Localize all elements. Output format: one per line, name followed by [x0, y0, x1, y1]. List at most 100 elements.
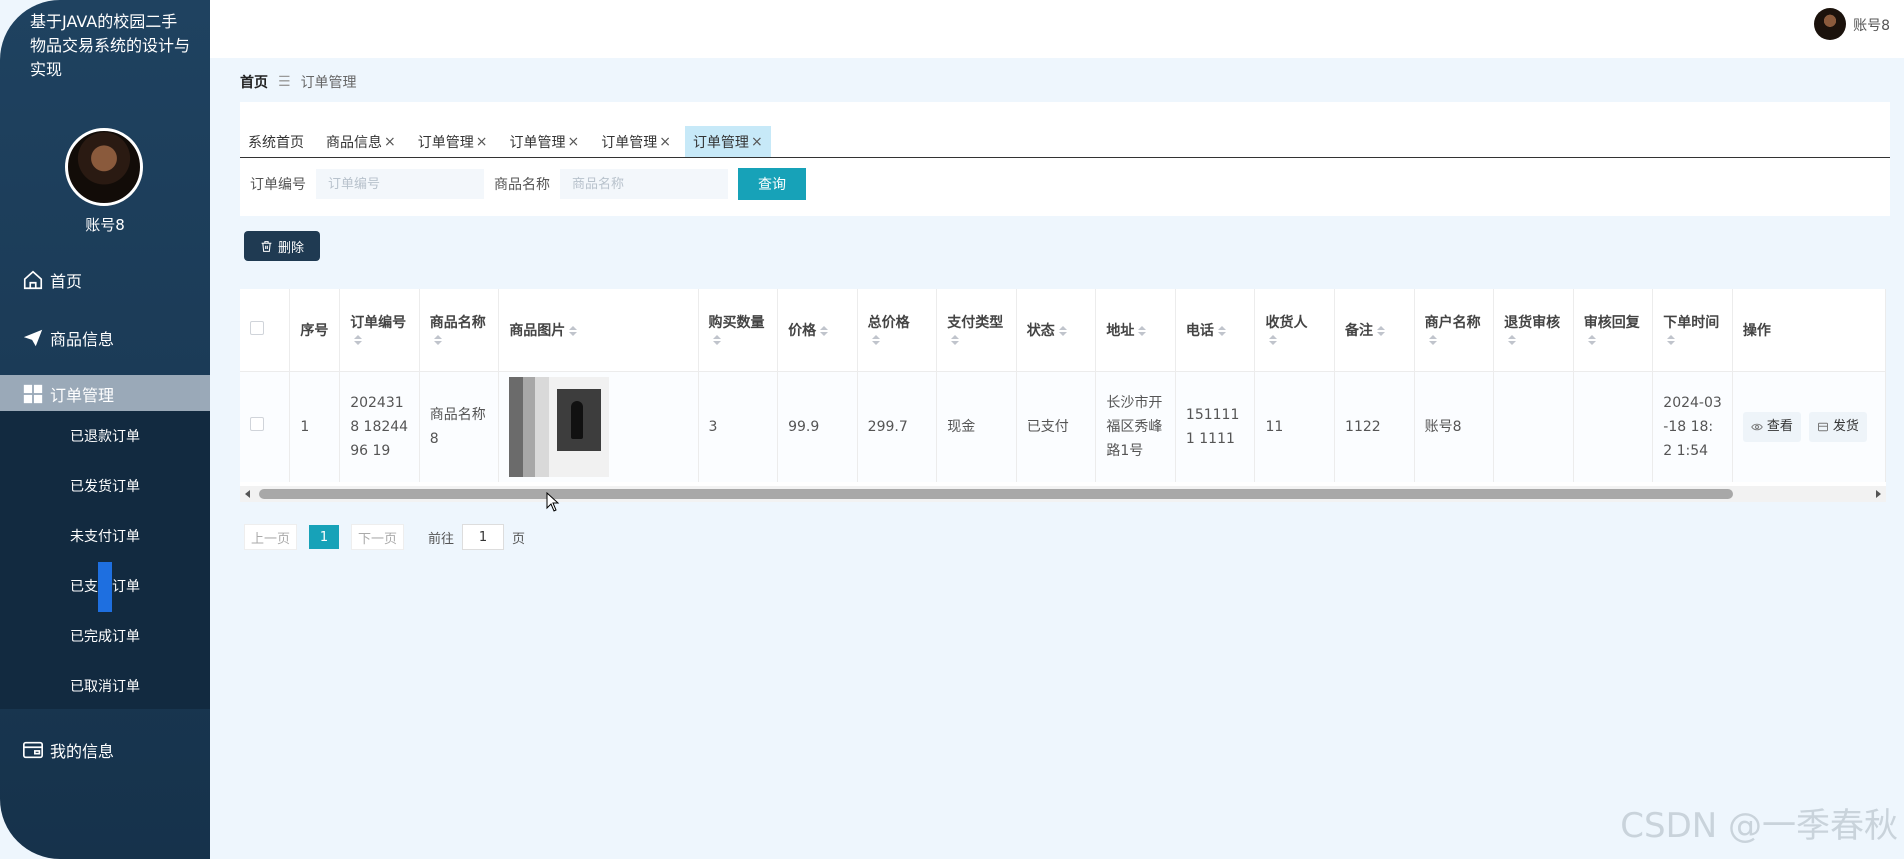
- column-header-sortable[interactable]: 商品图片: [498, 289, 699, 372]
- column-header-sortable[interactable]: 购买数量: [698, 289, 779, 372]
- ship-button[interactable]: 发货: [1808, 412, 1867, 442]
- product-name-label: 商品名称: [494, 177, 550, 193]
- sort-icon[interactable]: [1138, 326, 1147, 336]
- trash-icon: [261, 240, 272, 252]
- tab-system-home[interactable]: 系统首页: [240, 126, 312, 158]
- column-header-sortable[interactable]: 状态: [1016, 289, 1097, 372]
- view-button[interactable]: 查看: [1742, 412, 1801, 442]
- top-user-name[interactable]: 账号8: [1853, 15, 1890, 35]
- sort-icon[interactable]: [712, 335, 721, 345]
- tab-label: 系统首页: [248, 135, 304, 151]
- sort-icon[interactable]: [569, 326, 578, 336]
- column-header-sortable[interactable]: 审核回复: [1573, 289, 1654, 372]
- table-header-row: 序号 订单编号 商品名称 商品图片 购买数量 价格 总价格 支付类型 状态 地址…: [240, 289, 1886, 372]
- goto-page-input[interactable]: 1: [462, 524, 505, 550]
- sort-icon[interactable]: [1428, 335, 1437, 345]
- sort-icon[interactable]: [1217, 326, 1226, 336]
- eye-icon: [1751, 423, 1763, 431]
- tab-orders-2[interactable]: 订单管理 ×: [501, 126, 587, 158]
- column-header: 序号: [289, 289, 341, 372]
- search-panel: 系统首页 商品信息 × 订单管理 × 订单管理 × 订单管理 × 订单管理 × 订单编号 …: [240, 102, 1890, 216]
- submenu-shipped-orders[interactable]: 已发货订单: [70, 476, 140, 496]
- submenu-completed-orders[interactable]: 已完成订单: [70, 626, 140, 646]
- column-header-sortable[interactable]: 订单编号: [339, 289, 420, 372]
- tab-label: 订单管理: [692, 135, 749, 151]
- select-all-checkbox[interactable]: [250, 321, 264, 335]
- submenu-unpaid-orders[interactable]: 未支付订单: [70, 526, 140, 546]
- breadcrumb-current: 订单管理: [300, 75, 357, 91]
- cell-product-name: 商品名称 8: [419, 371, 500, 482]
- column-header-sortable[interactable]: 退货审核: [1493, 289, 1574, 372]
- sort-icon[interactable]: [951, 335, 960, 345]
- close-icon[interactable]: ×: [476, 134, 488, 150]
- row-checkbox[interactable]: [250, 417, 264, 431]
- scroll-right-icon[interactable]: [1876, 490, 1881, 498]
- cell-order-time: 2024-03 -18 18:2 1:54: [1652, 371, 1733, 482]
- tab-orders-active[interactable]: 订单管理 ×: [684, 126, 771, 158]
- sort-icon[interactable]: [871, 335, 880, 345]
- query-button[interactable]: 查询: [738, 168, 806, 200]
- tab-orders-3[interactable]: 订单管理 ×: [593, 126, 679, 158]
- submenu-cancelled-orders[interactable]: 已取消订单: [70, 676, 140, 696]
- column-header-sortable[interactable]: 总价格: [857, 289, 938, 372]
- column-header-sortable[interactable]: 备注: [1334, 289, 1415, 372]
- sort-icon[interactable]: [1508, 335, 1517, 345]
- tab-bar-divider: [240, 157, 1890, 158]
- scroll-left-icon[interactable]: [245, 490, 250, 498]
- close-icon[interactable]: ×: [659, 134, 671, 150]
- prev-page-button[interactable]: 上一页: [244, 524, 298, 550]
- column-header-sortable[interactable]: 电话: [1175, 289, 1256, 372]
- cell-product-image: [498, 371, 699, 482]
- sidebar-item-my-info[interactable]: 我的信息: [22, 738, 114, 762]
- column-header-sortable[interactable]: 商户名称: [1414, 289, 1495, 372]
- close-icon[interactable]: ×: [751, 134, 763, 150]
- table-row: 1 2024318 1824496 19 商品名称 8 3 99.9 299.7…: [240, 371, 1886, 482]
- column-header-sortable[interactable]: 地址: [1095, 289, 1176, 372]
- home-icon: [23, 270, 43, 290]
- close-icon[interactable]: ×: [567, 134, 579, 150]
- send-icon: [23, 329, 43, 347]
- sidebar-item-home[interactable]: 首页: [22, 268, 82, 292]
- sort-icon[interactable]: [1377, 326, 1386, 336]
- sidebar-item-products[interactable]: 商品信息: [22, 326, 114, 350]
- delete-button[interactable]: 删除: [244, 231, 320, 261]
- user-avatar[interactable]: [65, 128, 143, 206]
- product-thumbnail[interactable]: [509, 377, 610, 477]
- sidebar-item-label: 我的信息: [50, 742, 115, 761]
- sort-icon[interactable]: [1269, 335, 1278, 345]
- sort-icon[interactable]: [354, 335, 363, 345]
- table-horizontal-scrollbar[interactable]: [240, 486, 1886, 502]
- tab-products[interactable]: 商品信息 ×: [318, 126, 404, 158]
- page-number-current[interactable]: 1: [309, 525, 340, 549]
- column-header-sortable[interactable]: 下单时间: [1652, 289, 1733, 372]
- pagination: 上一页 1 下一页 前往 1 页: [244, 524, 525, 550]
- tab-label: 订单管理: [509, 135, 566, 151]
- cell-address: 长沙市开 福区秀峰 路1号: [1095, 371, 1176, 482]
- column-header-sortable[interactable]: 收货人: [1254, 289, 1336, 372]
- tab-orders-1[interactable]: 订单管理 ×: [410, 126, 496, 158]
- sort-icon[interactable]: [820, 326, 829, 336]
- sidebar-user-name: 账号8: [85, 216, 125, 234]
- next-page-button[interactable]: 下一页: [351, 524, 405, 550]
- sidebar-item-orders[interactable]: 订单管理: [22, 382, 114, 406]
- submenu-refunded-orders[interactable]: 已退款订单: [70, 426, 140, 446]
- cell-merchant: 账号8: [1414, 371, 1495, 482]
- cell-quantity: 3: [698, 371, 779, 482]
- sort-icon[interactable]: [1587, 335, 1596, 345]
- order-no-input[interactable]: [316, 169, 484, 199]
- sort-icon[interactable]: [1667, 335, 1676, 345]
- breadcrumb-home[interactable]: 首页: [240, 72, 268, 92]
- orders-submenu: 已退款订单 已发货订单 未支付订单 已支付订单 已完成订单 已取消订单: [0, 411, 210, 709]
- sort-icon[interactable]: [433, 335, 442, 345]
- wallet-icon: [23, 741, 43, 759]
- mouse-cursor-icon: [546, 492, 560, 512]
- top-user-avatar[interactable]: [1814, 8, 1846, 40]
- close-icon[interactable]: ×: [384, 134, 396, 150]
- sort-icon[interactable]: [1058, 326, 1067, 336]
- scrollbar-thumb[interactable]: [259, 489, 1733, 499]
- column-header-sortable[interactable]: 价格: [777, 289, 858, 372]
- product-name-input[interactable]: [560, 169, 728, 199]
- column-header-sortable[interactable]: 商品名称: [419, 289, 500, 372]
- order-no-label: 订单编号: [250, 177, 306, 193]
- column-header-sortable[interactable]: 支付类型: [936, 289, 1017, 372]
